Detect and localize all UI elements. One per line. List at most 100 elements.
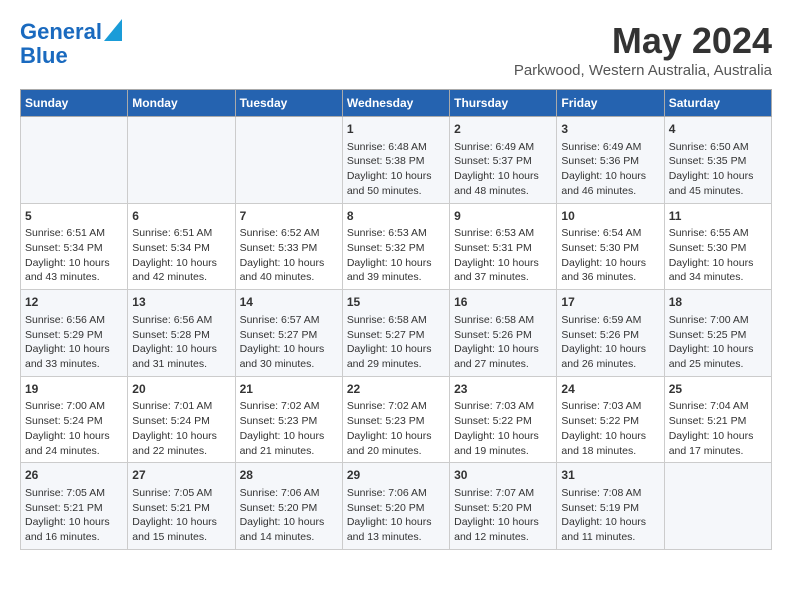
day-info: and 21 minutes. [240,444,338,459]
day-info: Sunrise: 6:54 AM [561,226,659,241]
day-number: 28 [240,467,338,484]
calendar-cell: 10Sunrise: 6:54 AMSunset: 5:30 PMDayligh… [557,203,664,290]
day-info: and 16 minutes. [25,530,123,545]
day-info: and 37 minutes. [454,270,552,285]
day-header-friday: Friday [557,90,664,117]
day-info: and 13 minutes. [347,530,445,545]
calendar-cell [235,117,342,204]
day-number: 21 [240,381,338,398]
day-info: Daylight: 10 hours [347,515,445,530]
calendar-cell: 29Sunrise: 7:06 AMSunset: 5:20 PMDayligh… [342,463,449,550]
day-info: Sunrise: 7:05 AM [25,486,123,501]
day-info: Sunset: 5:23 PM [240,414,338,429]
calendar-cell: 20Sunrise: 7:01 AMSunset: 5:24 PMDayligh… [128,376,235,463]
calendar-cell: 22Sunrise: 7:02 AMSunset: 5:23 PMDayligh… [342,376,449,463]
day-info: and 15 minutes. [132,530,230,545]
calendar-cell [128,117,235,204]
calendar-cell: 25Sunrise: 7:04 AMSunset: 5:21 PMDayligh… [664,376,771,463]
day-number: 25 [669,381,767,398]
day-info: Daylight: 10 hours [25,429,123,444]
day-info: Sunset: 5:20 PM [347,501,445,516]
day-info: Daylight: 10 hours [561,256,659,271]
day-info: Sunrise: 6:48 AM [347,140,445,155]
day-info: and 46 minutes. [561,184,659,199]
calendar-week-row: 12Sunrise: 6:56 AMSunset: 5:29 PMDayligh… [21,290,772,377]
day-info: Sunset: 5:26 PM [561,328,659,343]
day-info: Sunset: 5:24 PM [25,414,123,429]
day-number: 12 [25,294,123,311]
day-info: Sunrise: 7:01 AM [132,399,230,414]
day-info: Daylight: 10 hours [454,256,552,271]
day-info: Daylight: 10 hours [669,342,767,357]
day-info: Sunrise: 7:08 AM [561,486,659,501]
day-info: Sunrise: 6:49 AM [454,140,552,155]
day-info: Daylight: 10 hours [132,256,230,271]
calendar-cell: 30Sunrise: 7:07 AMSunset: 5:20 PMDayligh… [450,463,557,550]
day-info: Sunset: 5:36 PM [561,154,659,169]
day-info: Sunrise: 7:06 AM [240,486,338,501]
calendar-cell: 12Sunrise: 6:56 AMSunset: 5:29 PMDayligh… [21,290,128,377]
calendar-week-row: 26Sunrise: 7:05 AMSunset: 5:21 PMDayligh… [21,463,772,550]
day-number: 7 [240,208,338,225]
day-info: Daylight: 10 hours [347,429,445,444]
logo-icon [104,19,122,41]
calendar-cell: 6Sunrise: 6:51 AMSunset: 5:34 PMDaylight… [128,203,235,290]
day-header-tuesday: Tuesday [235,90,342,117]
day-info: Sunrise: 6:59 AM [561,313,659,328]
day-info: Daylight: 10 hours [240,342,338,357]
day-info: and 14 minutes. [240,530,338,545]
day-header-thursday: Thursday [450,90,557,117]
day-info: and 33 minutes. [25,357,123,372]
day-info: Sunrise: 6:51 AM [25,226,123,241]
location-title: Parkwood, Western Australia, Australia [514,62,772,79]
calendar-cell: 18Sunrise: 7:00 AMSunset: 5:25 PMDayligh… [664,290,771,377]
day-info: and 30 minutes. [240,357,338,372]
day-info: Sunset: 5:37 PM [454,154,552,169]
day-info: Daylight: 10 hours [454,515,552,530]
day-info: and 22 minutes. [132,444,230,459]
calendar-header-row: SundayMondayTuesdayWednesdayThursdayFrid… [21,90,772,117]
calendar-week-row: 1Sunrise: 6:48 AMSunset: 5:38 PMDaylight… [21,117,772,204]
day-number: 29 [347,467,445,484]
day-info: Daylight: 10 hours [132,342,230,357]
calendar-cell: 17Sunrise: 6:59 AMSunset: 5:26 PMDayligh… [557,290,664,377]
day-info: and 48 minutes. [454,184,552,199]
day-info: Daylight: 10 hours [132,515,230,530]
calendar-cell: 5Sunrise: 6:51 AMSunset: 5:34 PMDaylight… [21,203,128,290]
day-info: Sunset: 5:38 PM [347,154,445,169]
day-info: Sunrise: 6:50 AM [669,140,767,155]
day-info: Sunset: 5:31 PM [454,241,552,256]
day-info: Daylight: 10 hours [561,515,659,530]
day-info: Daylight: 10 hours [669,256,767,271]
day-info: Sunset: 5:21 PM [669,414,767,429]
day-info: Sunset: 5:30 PM [669,241,767,256]
day-info: Sunrise: 7:07 AM [454,486,552,501]
day-info: and 45 minutes. [669,184,767,199]
day-info: Sunset: 5:27 PM [240,328,338,343]
day-info: Daylight: 10 hours [561,342,659,357]
day-number: 18 [669,294,767,311]
day-info: Sunrise: 7:00 AM [669,313,767,328]
day-info: Sunset: 5:27 PM [347,328,445,343]
calendar-cell [21,117,128,204]
day-number: 11 [669,208,767,225]
day-info: and 12 minutes. [454,530,552,545]
day-info: and 50 minutes. [347,184,445,199]
day-info: Sunset: 5:21 PM [132,501,230,516]
calendar-cell: 7Sunrise: 6:52 AMSunset: 5:33 PMDaylight… [235,203,342,290]
day-info: Sunset: 5:24 PM [132,414,230,429]
calendar-cell: 4Sunrise: 6:50 AMSunset: 5:35 PMDaylight… [664,117,771,204]
day-info: Sunrise: 6:52 AM [240,226,338,241]
day-info: Daylight: 10 hours [25,515,123,530]
day-info: Sunrise: 7:00 AM [25,399,123,414]
calendar-week-row: 19Sunrise: 7:00 AMSunset: 5:24 PMDayligh… [21,376,772,463]
day-info: Sunset: 5:35 PM [669,154,767,169]
calendar-cell: 16Sunrise: 6:58 AMSunset: 5:26 PMDayligh… [450,290,557,377]
calendar-cell: 21Sunrise: 7:02 AMSunset: 5:23 PMDayligh… [235,376,342,463]
calendar-cell: 26Sunrise: 7:05 AMSunset: 5:21 PMDayligh… [21,463,128,550]
day-number: 10 [561,208,659,225]
day-info: Sunrise: 6:51 AM [132,226,230,241]
day-info: Sunrise: 6:58 AM [454,313,552,328]
day-info: Sunset: 5:19 PM [561,501,659,516]
day-info: Sunrise: 6:56 AM [25,313,123,328]
